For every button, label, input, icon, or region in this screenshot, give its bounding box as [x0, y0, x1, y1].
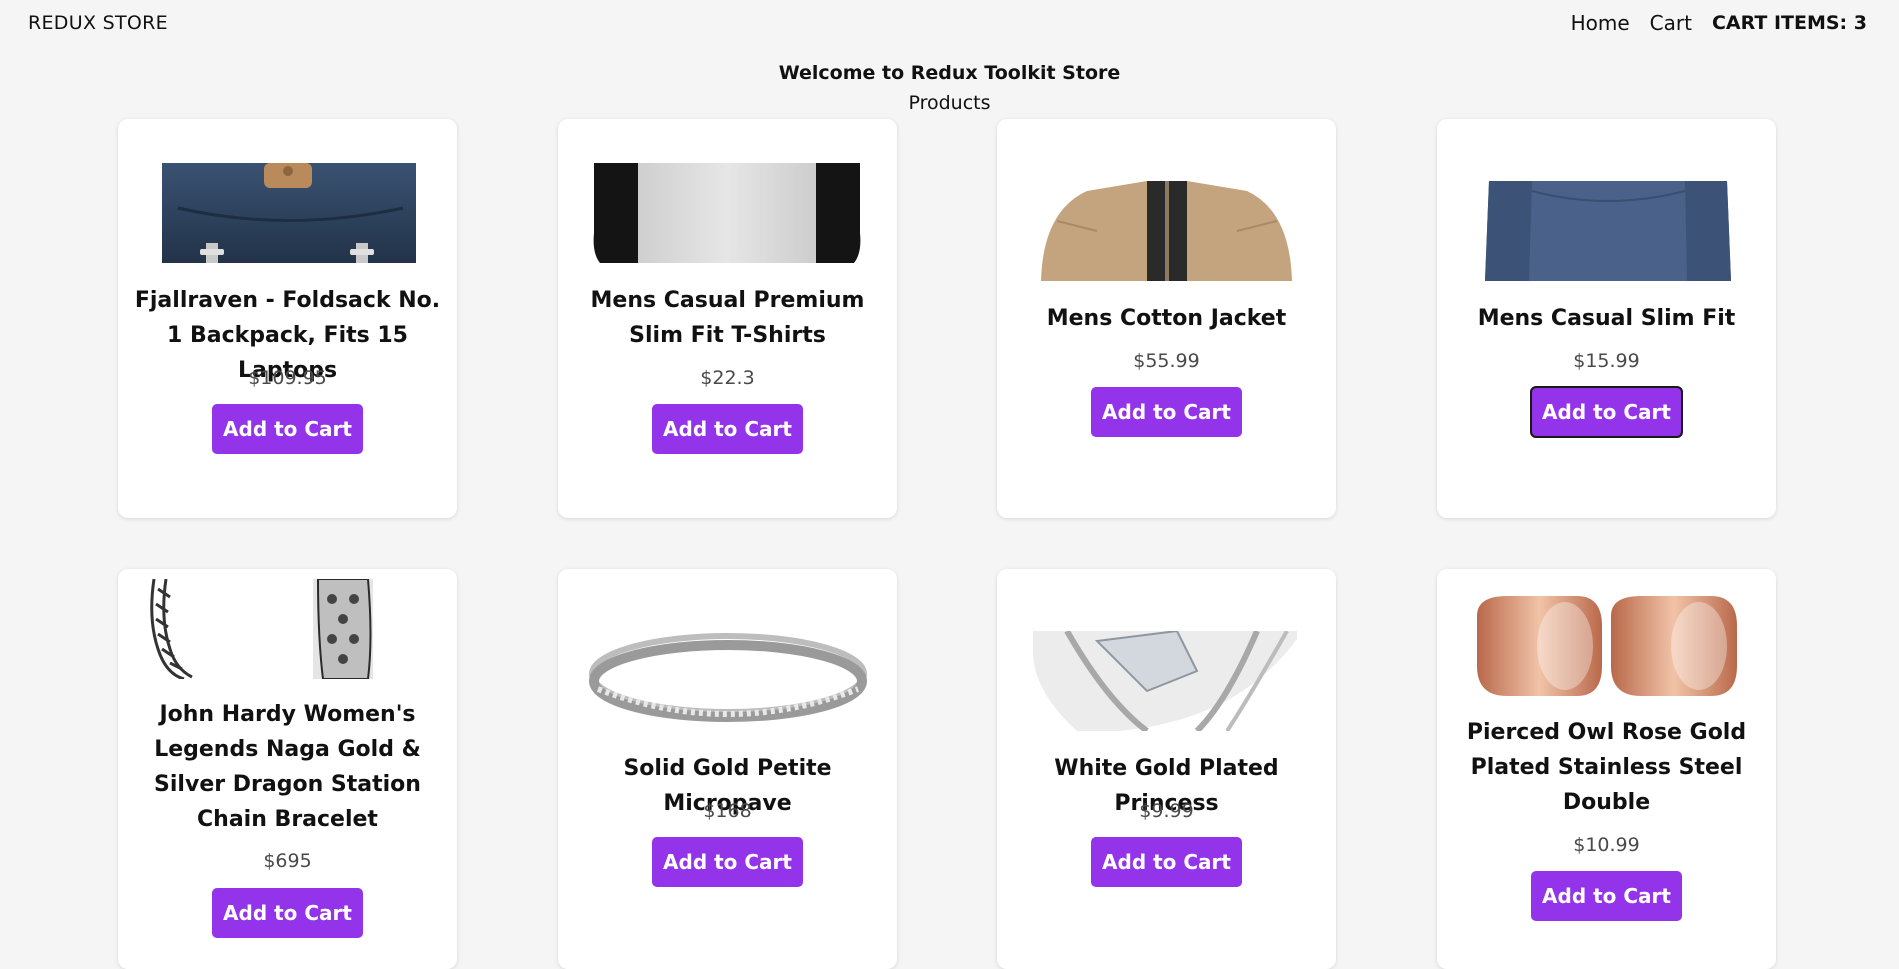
- product-card: White Gold Plated Princess $9.99 Add to …: [997, 569, 1336, 969]
- product-image-princess-ring: [997, 631, 1336, 731]
- product-price: $9.99: [1139, 800, 1194, 822]
- product-card: Pierced Owl Rose Gold Plated Stainless S…: [1437, 569, 1776, 969]
- add-to-cart-button[interactable]: Add to Cart: [652, 404, 803, 454]
- add-to-cart-button[interactable]: Add to Cart: [1091, 387, 1242, 437]
- product-price: $55.99: [1133, 350, 1200, 372]
- product-card: Solid Gold Petite Micropave $168 Add to …: [558, 569, 897, 969]
- add-to-cart-button[interactable]: Add to Cart: [1531, 871, 1682, 921]
- product-image-tshirt: [558, 163, 897, 263]
- product-price: $695: [263, 850, 312, 872]
- welcome-heading: Welcome to Redux Toolkit Store: [778, 62, 1121, 84]
- product-image-backpack: [118, 163, 457, 283]
- product-card: John Hardy Women's Legends Naga Gold & S…: [118, 569, 457, 969]
- product-price: $22.3: [700, 367, 755, 389]
- cart-items-count: CART ITEMS: 3: [1711, 12, 1867, 34]
- product-image-slimfit: [1437, 181, 1776, 281]
- product-card: Mens Casual Slim Fit $15.99 Add to Cart: [1437, 119, 1776, 518]
- product-title: Mens Casual Premium Slim Fit T-Shirts: [590, 288, 865, 348]
- nav-home-link[interactable]: Home: [1571, 11, 1630, 35]
- add-to-cart-button[interactable]: Add to Cart: [212, 404, 363, 454]
- product-price: $109.95: [248, 367, 327, 389]
- product-price: $168: [703, 800, 752, 822]
- product-card: Mens Casual Premium Slim Fit T-Shirts $2…: [558, 119, 897, 518]
- add-to-cart-button[interactable]: Add to Cart: [1091, 837, 1242, 887]
- brand-logo[interactable]: REDUX STORE: [28, 12, 168, 34]
- product-title: Mens Cotton Jacket: [1046, 306, 1287, 331]
- product-image-bracelet: [118, 579, 457, 679]
- product-card: Fjallraven - Foldsack No. 1 Backpack, Fi…: [118, 119, 457, 518]
- add-to-cart-button[interactable]: Add to Cart: [652, 837, 803, 887]
- product-price: $10.99: [1573, 834, 1640, 856]
- product-image-jacket: [997, 181, 1336, 281]
- navbar: REDUX STORE Home Cart CART ITEMS: 3: [0, 0, 1899, 48]
- product-title: Mens Casual Slim Fit: [1477, 306, 1736, 331]
- nav-cart-link[interactable]: Cart: [1650, 11, 1692, 35]
- product-title: John Hardy Women's Legends Naga Gold & S…: [154, 702, 421, 832]
- add-to-cart-button[interactable]: Add to Cart: [212, 888, 363, 938]
- product-price: $15.99: [1573, 350, 1640, 372]
- products-heading: Products: [908, 92, 991, 114]
- nav-links: Home Cart CART ITEMS: 3: [1571, 11, 1867, 35]
- product-card: Mens Cotton Jacket $55.99 Add to Cart: [997, 119, 1336, 518]
- product-image-ring: [558, 629, 897, 729]
- product-title: Pierced Owl Rose Gold Plated Stainless S…: [1466, 720, 1747, 815]
- product-image-rose-gold-plugs: [1437, 596, 1776, 696]
- add-to-cart-button[interactable]: Add to Cart: [1530, 386, 1683, 438]
